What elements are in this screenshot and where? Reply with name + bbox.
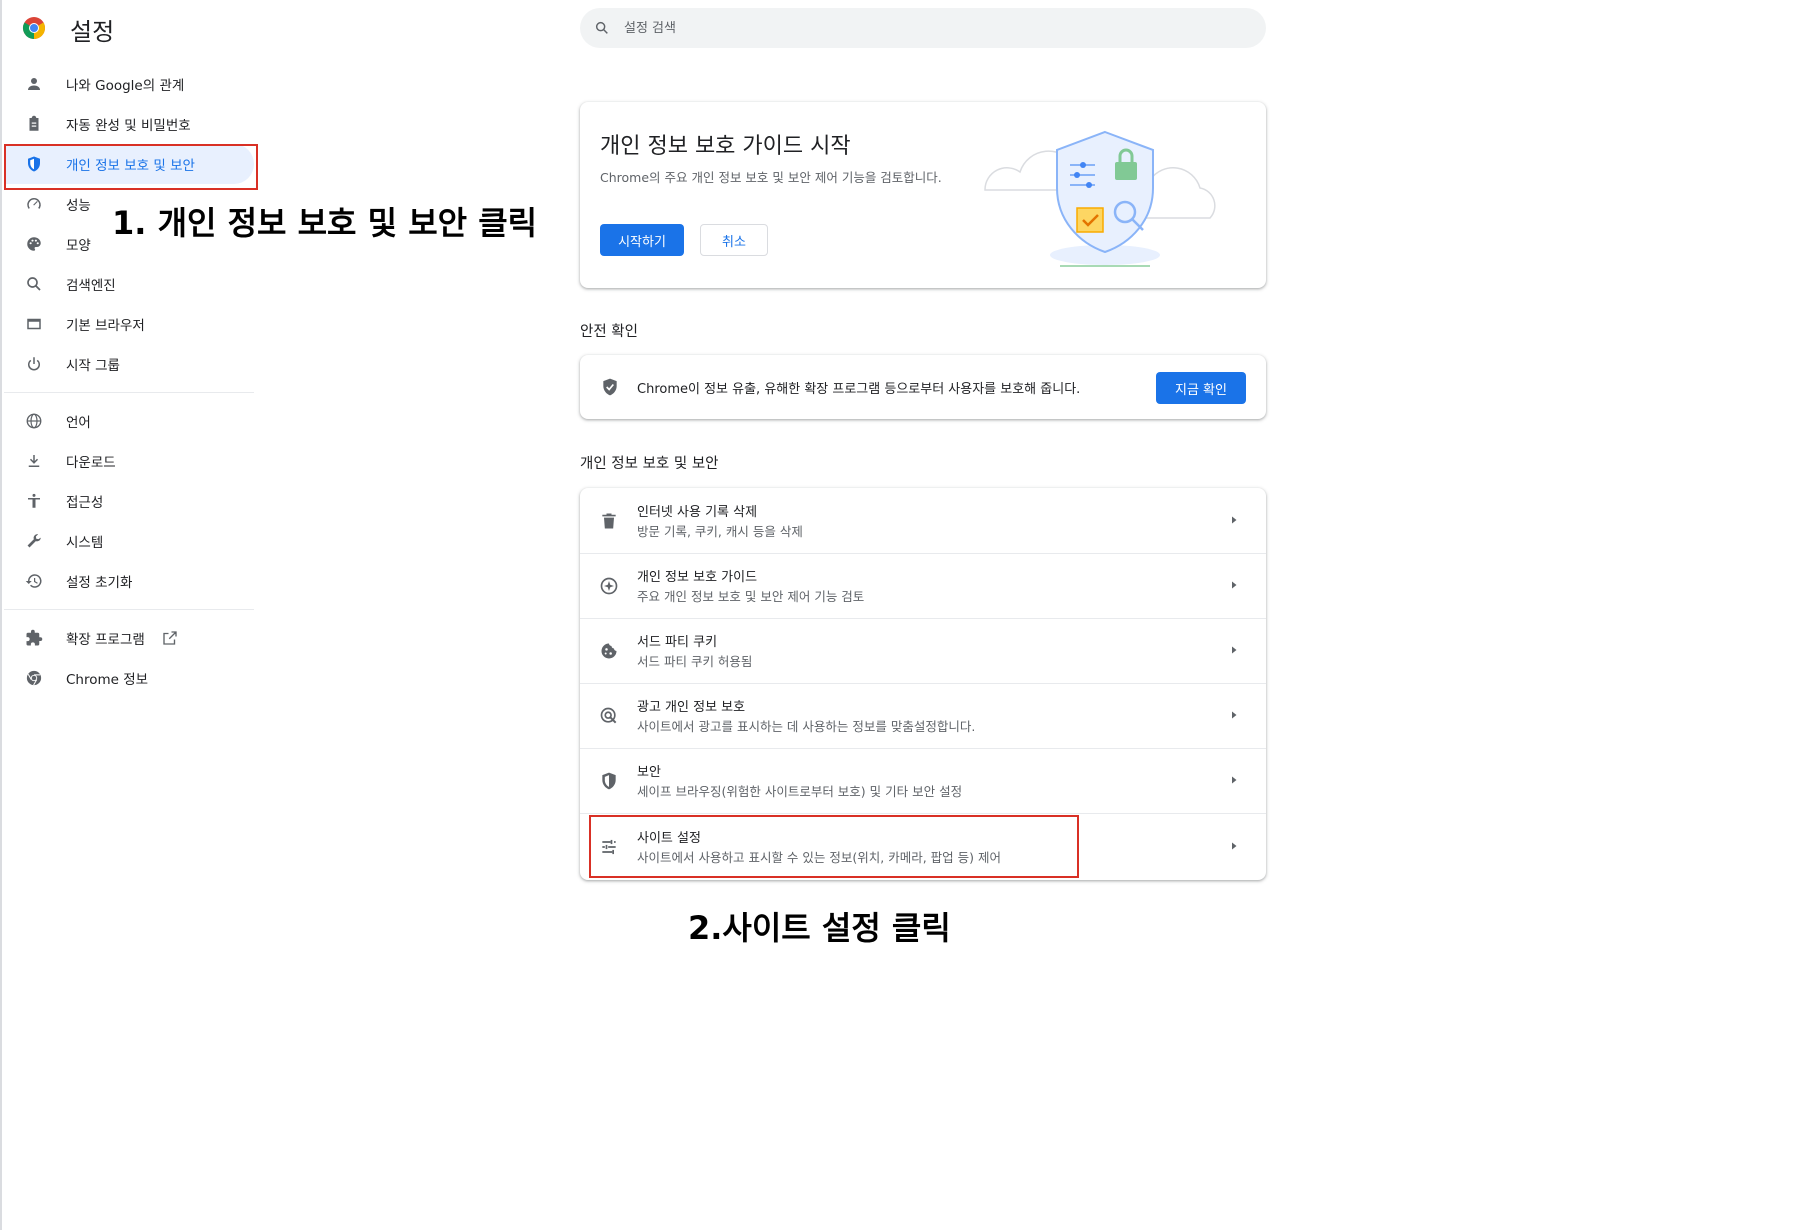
arrow-right-icon	[1232, 581, 1237, 589]
privacy-settings-card: 인터넷 사용 기록 삭제 방문 기록, 쿠키, 캐시 등을 삭제 개인 정보 보…	[580, 488, 1266, 880]
sidebar-item-label: 개인 정보 보호 및 보안	[66, 158, 195, 174]
speedometer-icon	[24, 194, 44, 214]
start-privacy-guide-button[interactable]: 시작하기	[600, 224, 684, 256]
sidebar-item-default-browser[interactable]: 기본 브라우저	[4, 304, 254, 344]
sidebar-item-system[interactable]: 시스템	[4, 521, 254, 561]
row-subtitle: 사이트에서 광고를 표시하는 데 사용하는 정보를 맞춤설정합니다.	[637, 719, 976, 734]
sidebar-item-you-and-google[interactable]: 나와 Google의 관계	[4, 64, 254, 104]
sidebar-item-label: 다운로드	[66, 455, 116, 471]
trash-icon	[598, 510, 620, 532]
security-row[interactable]: 보안 세이프 브라우징(위험한 사이트로부터 보호) 및 기타 보안 설정	[580, 748, 1266, 813]
safety-check-heading: 안전 확인	[580, 324, 638, 340]
search-icon	[24, 274, 44, 294]
sidebar-item-label: 시작 그룹	[66, 358, 120, 374]
puzzle-icon	[24, 628, 44, 648]
site-settings-row[interactable]: 사이트 설정 사이트에서 사용하고 표시할 수 있는 정보(위치, 카메라, 팝…	[580, 814, 1266, 879]
ad-privacy-row[interactable]: 광고 개인 정보 보호 사이트에서 광고를 표시하는 데 사용하는 정보를 맞춤…	[580, 683, 1266, 748]
sidebar-item-label: 기본 브라우저	[66, 318, 145, 334]
sidebar-item-search-engine[interactable]: 검색엔진	[4, 264, 254, 304]
arrow-right-icon	[1232, 516, 1237, 524]
open-in-new-icon	[161, 629, 179, 647]
sidebar-item-label: 확장 프로그램	[66, 632, 145, 648]
shield-icon	[24, 154, 44, 174]
arrow-right-icon	[1232, 646, 1237, 654]
privacy-guide-promo-card: 개인 정보 보호 가이드 시작 Chrome의 주요 개인 정보 보호 및 보안…	[580, 102, 1266, 288]
row-subtitle: 세이프 브라우징(위험한 사이트로부터 보호) 및 기타 보안 설정	[637, 784, 963, 799]
row-title: 광고 개인 정보 보호	[637, 700, 746, 715]
third-party-cookies-row[interactable]: 서드 파티 쿠키 서드 파티 쿠키 허용됨	[580, 618, 1266, 683]
safety-check-card: Chrome이 정보 유출, 유해한 확장 프로그램 등으로부터 사용자를 보호…	[580, 355, 1266, 419]
sidebar-item-label: 나와 Google의 관계	[66, 78, 185, 94]
row-title: 개인 정보 보호 가이드	[637, 570, 758, 585]
sidebar-item-downloads[interactable]: 다운로드	[4, 441, 254, 481]
promo-description: Chrome의 주요 개인 정보 보호 및 보안 제어 기능을 검토합니다.	[600, 170, 942, 185]
arrow-right-icon	[1232, 776, 1237, 784]
sidebar-item-privacy-security[interactable]: 개인 정보 보호 및 보안	[4, 144, 254, 184]
row-title: 서드 파티 쿠키	[637, 635, 718, 650]
sidebar-divider	[4, 609, 254, 610]
sidebar-item-on-startup[interactable]: 시작 그룹	[4, 344, 254, 384]
sidebar-item-label: 언어	[66, 415, 91, 431]
clipboard-icon	[24, 114, 44, 134]
privacy-guide-illustration	[984, 130, 1216, 267]
ad-privacy-icon	[598, 705, 620, 727]
person-icon	[24, 74, 44, 94]
clear-browsing-data-row[interactable]: 인터넷 사용 기록 삭제 방문 기록, 쿠키, 캐시 등을 삭제	[580, 488, 1266, 553]
sidebar-item-label: 성능	[66, 198, 91, 214]
history-icon	[24, 571, 44, 591]
promo-title: 개인 정보 보호 가이드 시작	[600, 134, 851, 159]
palette-icon	[24, 234, 44, 254]
row-title: 인터넷 사용 기록 삭제	[637, 505, 758, 520]
chrome-logo-icon	[23, 17, 45, 39]
sidebar-item-label: Chrome 정보	[66, 672, 149, 688]
sidebar-item-label: 모양	[66, 238, 91, 254]
cookie-icon	[598, 640, 620, 662]
row-title: 보안	[637, 765, 661, 780]
shield-check-icon	[603, 378, 617, 396]
row-subtitle: 방문 기록, 쿠키, 캐시 등을 삭제	[637, 524, 803, 539]
privacy-section-heading: 개인 정보 보호 및 보안	[580, 456, 719, 472]
check-now-button[interactable]: 지금 확인	[1156, 372, 1246, 404]
chrome-icon	[24, 668, 44, 688]
safety-check-description: Chrome이 정보 유출, 유해한 확장 프로그램 등으로부터 사용자를 보호…	[637, 382, 1081, 397]
sliders-icon	[598, 836, 620, 858]
sidebar-item-label: 접근성	[66, 495, 104, 511]
step2-annotation: 2.사이트 설정 클릭	[688, 909, 951, 947]
row-subtitle: 사이트에서 사용하고 표시할 수 있는 정보(위치, 카메라, 팝업 등) 제어	[637, 850, 1001, 865]
search-input[interactable]	[624, 20, 1224, 36]
page-title: 설정	[70, 18, 115, 46]
sidebar-item-accessibility[interactable]: 접근성	[4, 481, 254, 521]
window-edge	[0, 0, 2, 1230]
arrow-right-icon	[1232, 842, 1237, 850]
download-icon	[24, 451, 44, 471]
security-shield-icon	[598, 770, 620, 792]
sidebar-item-extensions[interactable]: 확장 프로그램	[4, 618, 254, 658]
arrow-right-icon	[1232, 711, 1237, 719]
wrench-icon	[24, 531, 44, 551]
browser-icon	[24, 314, 44, 334]
power-icon	[24, 354, 44, 374]
sidebar-divider	[4, 392, 254, 393]
privacy-guide-row[interactable]: 개인 정보 보호 가이드 주요 개인 정보 보호 및 보안 제어 기능 검토	[580, 553, 1266, 618]
globe-icon	[24, 411, 44, 431]
search-icon	[595, 21, 608, 34]
row-subtitle: 주요 개인 정보 보호 및 보안 제어 기능 검토	[637, 589, 865, 604]
sidebar-item-label: 시스템	[66, 535, 104, 551]
sidebar-item-about-chrome[interactable]: Chrome 정보	[4, 658, 254, 698]
step1-annotation: 1. 개인 정보 보호 및 보안 클릭	[112, 204, 538, 242]
sidebar-item-label: 검색엔진	[66, 278, 116, 294]
sidebar-item-languages[interactable]: 언어	[4, 401, 254, 441]
sidebar-item-label: 자동 완성 및 비밀번호	[66, 118, 191, 134]
row-title: 사이트 설정	[637, 831, 701, 846]
row-subtitle: 서드 파티 쿠키 허용됨	[637, 654, 753, 669]
sidebar-item-autofill[interactable]: 자동 완성 및 비밀번호	[4, 104, 254, 144]
sidebar-item-reset-settings[interactable]: 설정 초기화	[4, 561, 254, 601]
settings-search-bar[interactable]	[580, 8, 1266, 48]
sidebar-item-label: 설정 초기화	[66, 575, 133, 591]
cancel-button[interactable]: 취소	[700, 224, 768, 256]
accessibility-icon	[24, 491, 44, 511]
compass-icon	[598, 575, 620, 597]
